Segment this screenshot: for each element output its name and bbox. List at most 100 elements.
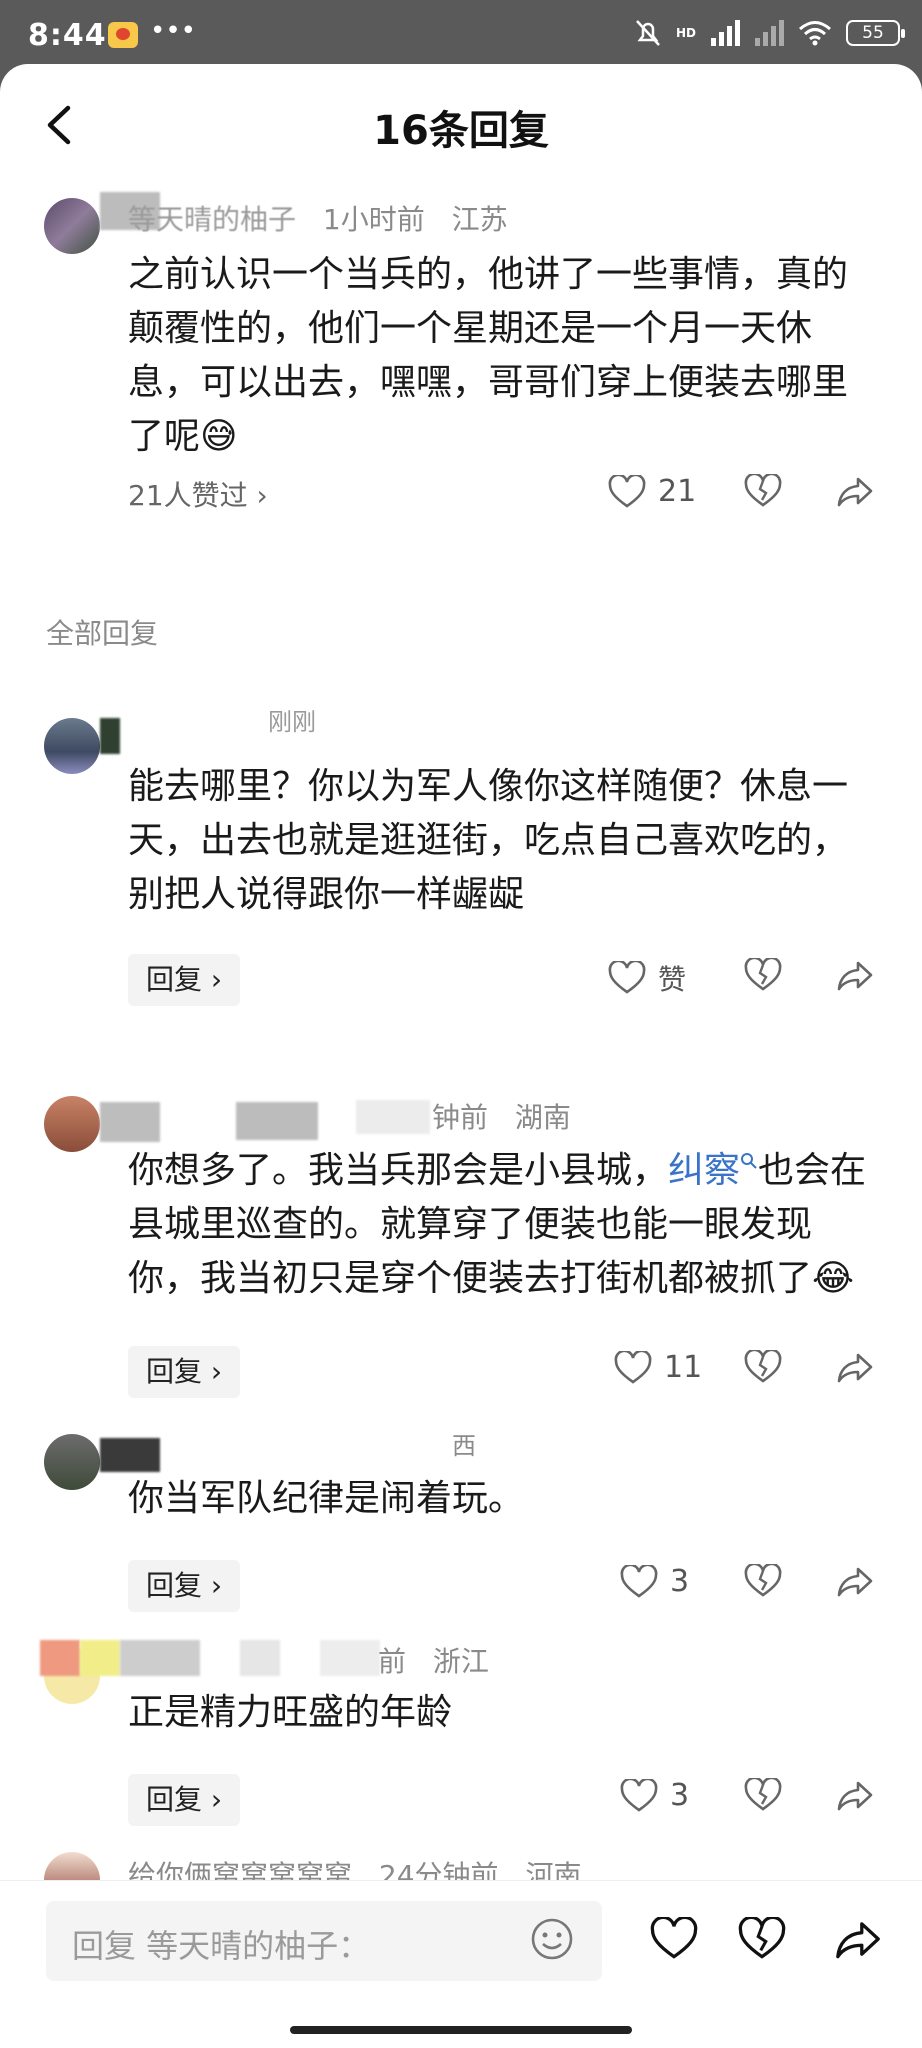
reply-meta: 前 浙江 <box>378 1640 507 1680</box>
keyword-link[interactable]: 纠察 <box>668 1150 740 1191</box>
avatar[interactable] <box>44 1434 100 1490</box>
broken-heart-icon <box>744 474 782 507</box>
reply-sheet: 16条回复 等天晴的柚子 1小时前 江苏 之前认识一个当兵的，他讲了一些事情，真… <box>0 64 922 2048</box>
search-icon <box>741 1153 757 1169</box>
reply-text: 正是精力旺盛的年龄 <box>128 1692 453 1733</box>
share-icon <box>837 961 873 991</box>
share-icon <box>836 1922 880 1959</box>
reply-input-placeholder: 回复 等天晴的柚子： <box>72 1927 371 1965</box>
like-count: 21 <box>658 474 697 509</box>
comment-text: 之前认识一个当兵的，他讲了一些事情，真的颠覆性的，他们一个星期还是一个月一天休息… <box>128 254 849 457</box>
dislike-button[interactable] <box>744 1350 782 1384</box>
like-count: 3 <box>670 1778 690 1813</box>
status-time: 8:44 <box>28 18 107 53</box>
signal-icon <box>711 20 740 46</box>
share-button[interactable] <box>836 1564 874 1598</box>
comment-actions: 21人赞过 › 21 <box>0 468 922 528</box>
like-button[interactable]: 3 <box>620 1564 689 1599</box>
comment-location: 江苏 <box>451 203 508 236</box>
liked-by-link[interactable]: 21人赞过 › <box>128 474 268 514</box>
heart-icon <box>614 1350 652 1384</box>
username-redaction <box>236 1102 318 1140</box>
reply-meta: 钟前 湖南 <box>432 1096 589 1136</box>
share-button[interactable] <box>836 958 874 992</box>
like-button[interactable]: 21 <box>608 474 696 509</box>
status-icons: HD 55 <box>634 18 905 48</box>
heart-icon <box>608 474 646 508</box>
heart-icon <box>620 1778 658 1812</box>
broken-heart-icon <box>744 958 782 991</box>
heart-icon <box>650 1917 698 1959</box>
reply-location: 浙江 <box>432 1645 489 1678</box>
username-redaction <box>356 1100 430 1134</box>
reply-button[interactable]: 回复 › <box>128 954 241 1006</box>
reply-text: 能去哪里？你以为军人像你这样随便？休息一天，出去也就是逛逛街，吃点自己喜欢吃的，… <box>128 766 849 915</box>
page-title: 16条回复 <box>373 108 549 154</box>
reply-meta: 西 <box>452 1432 476 1460</box>
dislike-button[interactable] <box>738 1917 786 1961</box>
avatar[interactable] <box>44 718 100 774</box>
more-notifications-icon: ••• <box>150 16 197 46</box>
wifi-icon <box>799 21 831 46</box>
username-redaction <box>100 1438 160 1472</box>
broken-heart-icon <box>744 1350 782 1383</box>
battery-icon: 55 <box>846 20 905 46</box>
broken-heart-icon <box>744 1564 782 1597</box>
share-icon <box>837 1567 873 1597</box>
reply-time: 前 <box>378 1645 407 1678</box>
reply-button[interactable]: 回复 › <box>128 1346 241 1398</box>
reply-location: 湖南 <box>514 1101 571 1134</box>
reply-meta: 刚刚 <box>268 708 316 736</box>
heart-icon <box>608 961 646 994</box>
like-label: 赞 <box>658 963 687 996</box>
signal-2-icon <box>755 20 784 46</box>
share-icon <box>837 477 873 507</box>
original-comment: 等天晴的柚子 1小时前 江苏 之前认识一个当兵的，他讲了一些事情，真的颠覆性的，… <box>0 184 922 614</box>
reply-input[interactable]: 回复 等天晴的柚子： <box>46 1901 602 1981</box>
mute-icon <box>636 20 660 46</box>
broken-heart-icon <box>738 1917 786 1959</box>
username-redaction <box>240 1640 280 1676</box>
avatar[interactable] <box>44 198 100 254</box>
like-button[interactable]: 赞 <box>608 958 686 998</box>
share-button[interactable] <box>834 1917 882 1961</box>
dislike-button[interactable] <box>744 958 782 992</box>
avatar-redaction <box>100 718 120 754</box>
comment-meta: 等天晴的柚子 1小时前 江苏 <box>128 198 526 238</box>
share-icon <box>837 1781 873 1811</box>
heart-icon <box>620 1564 658 1598</box>
like-button[interactable]: 3 <box>620 1778 689 1813</box>
share-icon <box>837 1353 873 1383</box>
username-redaction <box>120 1640 200 1676</box>
like-count: 11 <box>664 1350 703 1385</box>
username-redaction <box>80 1640 120 1676</box>
dislike-button[interactable] <box>744 474 782 508</box>
username[interactable]: 等天晴的柚子 <box>128 203 296 236</box>
sheet-header: 16条回复 <box>0 64 922 184</box>
share-button[interactable] <box>836 1350 874 1384</box>
section-label: 全部回复 <box>46 617 159 650</box>
weibo-app-icon <box>108 22 138 48</box>
like-count: 3 <box>670 1564 690 1599</box>
username-redaction <box>320 1640 380 1676</box>
reply-text: 你想多了。我当兵那会是小县城，纠察 也会在县城里巡查的。就算穿了便装也能一眼发现你… <box>128 1150 867 1299</box>
like-button[interactable] <box>650 1917 698 1961</box>
broken-heart-icon <box>744 1778 782 1811</box>
dislike-button[interactable] <box>744 1564 782 1598</box>
share-button[interactable] <box>836 474 874 508</box>
reply-button[interactable]: 回复 › <box>128 1774 241 1826</box>
reply-text: 你当军队纪律是闹着玩。 <box>128 1478 525 1519</box>
composer-bar: 回复 等天晴的柚子： <box>0 1880 922 1984</box>
share-button[interactable] <box>836 1778 874 1812</box>
reply-button[interactable]: 回复 › <box>128 1560 241 1612</box>
username-redaction <box>40 1640 80 1676</box>
home-indicator[interactable] <box>290 2026 632 2034</box>
username-redaction <box>100 1102 160 1142</box>
reply-time: 钟前 <box>432 1101 489 1134</box>
like-button[interactable]: 11 <box>614 1350 702 1385</box>
emoji-icon[interactable] <box>530 1917 574 1961</box>
avatar[interactable] <box>44 1096 100 1152</box>
hd-label: HD <box>675 26 696 40</box>
comment-time: 1小时前 <box>322 203 425 236</box>
dislike-button[interactable] <box>744 1778 782 1812</box>
